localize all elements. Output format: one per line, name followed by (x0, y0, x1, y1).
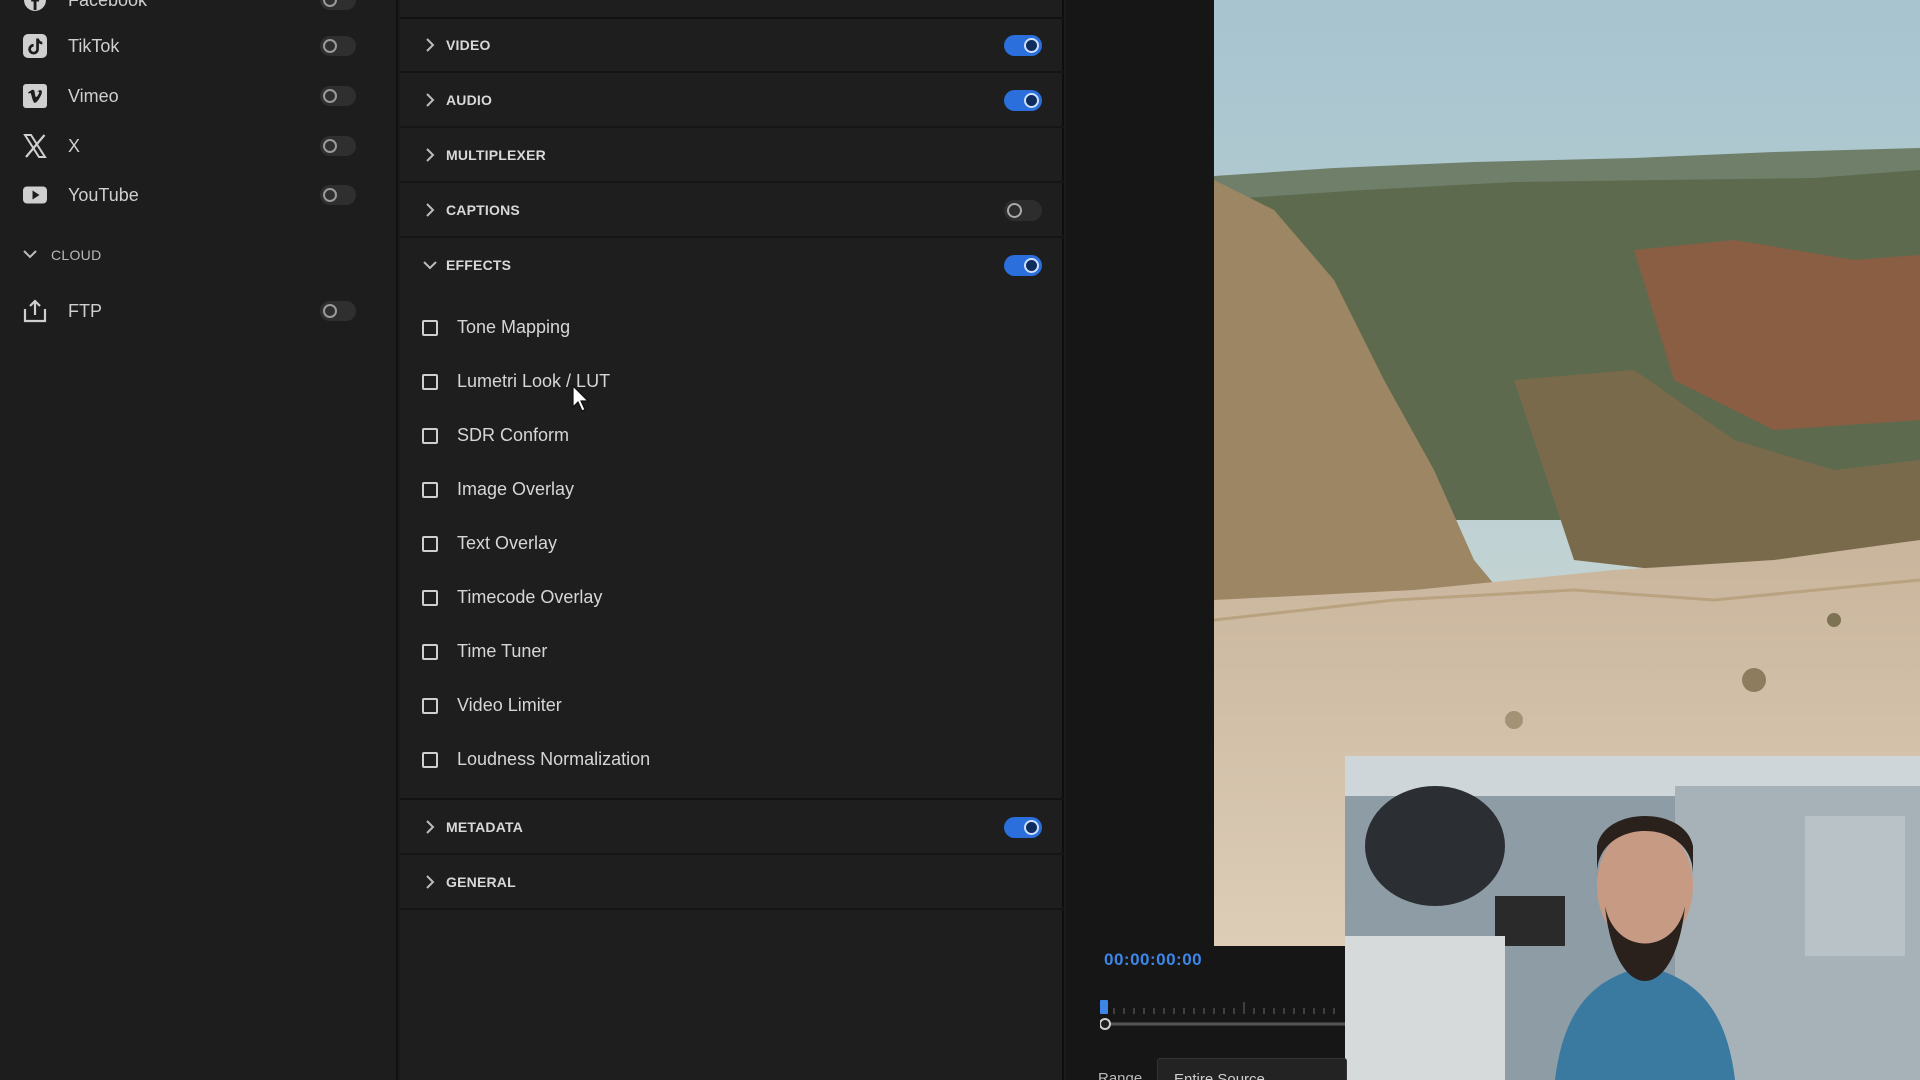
effect-checkbox[interactable] (422, 428, 438, 444)
section-label: AUDIO (446, 92, 493, 108)
facebook-icon (20, 0, 50, 15)
destinations-panel: Facebook TikTok Vimeo X YouTube CLOUD FT… (0, 0, 398, 1080)
section-label: EFFECTS (446, 257, 512, 273)
cloud-group-label: CLOUD (51, 247, 102, 263)
destination-label: FTP (68, 301, 102, 321)
chevron-right-icon (420, 200, 440, 220)
effect-image-overlay[interactable]: Image Overlay (400, 469, 1064, 509)
export-settings-panel: VIDEO AUDIO MULTIPLEXER CAPTIONS EFFECTS… (400, 0, 1064, 1080)
range-label: Range (1098, 1070, 1143, 1080)
effect-label: Video Limiter (457, 695, 562, 715)
playhead-marker (1100, 1000, 1108, 1014)
effect-checkbox[interactable] (422, 644, 438, 660)
x-icon (20, 131, 50, 161)
effects-toggle[interactable] (1004, 255, 1042, 276)
effect-checkbox[interactable] (422, 698, 438, 714)
destination-x[interactable]: X (0, 126, 398, 166)
tiktok-toggle[interactable] (320, 36, 356, 56)
effect-sdr-conform[interactable]: SDR Conform (400, 415, 1064, 455)
facebook-toggle[interactable] (320, 0, 356, 10)
chevron-right-icon (420, 90, 440, 110)
destination-facebook[interactable]: Facebook (0, 0, 398, 20)
effect-text-overlay[interactable]: Text Overlay (400, 523, 1064, 563)
chevron-down-icon (20, 244, 40, 264)
effect-checkbox[interactable] (422, 590, 438, 606)
effect-checkbox[interactable] (422, 536, 438, 552)
vimeo-toggle[interactable] (320, 86, 356, 106)
video-toggle[interactable] (1004, 35, 1042, 56)
youtube-toggle[interactable] (320, 185, 356, 205)
effect-loudness-normalization[interactable]: Loudness Normalization (400, 739, 1064, 779)
section-multiplexer[interactable]: MULTIPLEXER (400, 128, 1064, 183)
destination-label: X (68, 136, 81, 156)
destination-tiktok[interactable]: TikTok (0, 26, 398, 66)
destination-vimeo[interactable]: Vimeo (0, 76, 398, 116)
effect-label: Image Overlay (457, 479, 575, 499)
section-audio[interactable]: AUDIO (400, 73, 1064, 128)
effect-label: Time Tuner (457, 641, 548, 661)
chevron-down-icon (420, 255, 440, 275)
webcam-overlay (1345, 756, 1920, 1080)
effect-label: SDR Conform (457, 425, 570, 445)
destination-youtube[interactable]: YouTube (0, 175, 398, 215)
destination-ftp[interactable]: FTP (0, 291, 398, 331)
vimeo-icon (20, 81, 50, 111)
cloud-group-header[interactable]: CLOUD (0, 240, 398, 270)
range-dropdown[interactable]: Entire Source (1157, 1058, 1347, 1080)
chevron-right-icon (420, 35, 440, 55)
effect-checkbox[interactable] (422, 320, 438, 336)
destination-label: Facebook (68, 0, 148, 10)
section-video[interactable]: VIDEO (400, 18, 1064, 73)
section-label: VIDEO (446, 37, 491, 53)
timeline-scrubber[interactable] (1099, 998, 1345, 1032)
chevron-right-icon (420, 817, 440, 837)
section-label: GENERAL (446, 874, 516, 890)
section-metadata[interactable]: METADATA (400, 800, 1064, 855)
audio-toggle[interactable] (1004, 90, 1042, 111)
tiktok-icon (20, 31, 50, 61)
youtube-icon (20, 180, 50, 210)
section-general[interactable]: GENERAL (400, 855, 1064, 910)
effect-lumetri-look[interactable]: Lumetri Look / LUT (400, 361, 1064, 401)
destination-label: Vimeo (68, 86, 119, 106)
effect-label: Text Overlay (457, 533, 558, 553)
section-captions[interactable]: CAPTIONS (400, 183, 1064, 238)
destination-label: TikTok (68, 36, 120, 56)
metadata-toggle[interactable] (1004, 817, 1042, 838)
effect-checkbox[interactable] (422, 752, 438, 768)
section-label: MULTIPLEXER (446, 147, 546, 163)
effect-tone-mapping[interactable]: Tone Mapping (400, 307, 1064, 347)
effect-checkbox[interactable] (422, 482, 438, 498)
mouse-cursor-icon (572, 384, 592, 413)
timecode-readout: 00:00:00:00 (1104, 950, 1203, 969)
section-label: CAPTIONS (446, 202, 520, 218)
section-label: METADATA (446, 819, 524, 835)
upload-icon (20, 296, 50, 326)
section-effects[interactable]: EFFECTS (400, 238, 1064, 293)
effect-checkbox[interactable] (422, 374, 438, 390)
chevron-right-icon (420, 145, 440, 165)
effect-label: Loudness Normalization (457, 749, 651, 769)
destination-label: YouTube (68, 185, 139, 205)
effect-video-limiter[interactable]: Video Limiter (400, 685, 1064, 725)
range-value: Entire Source (1174, 1071, 1265, 1080)
effect-timecode-overlay[interactable]: Timecode Overlay (400, 577, 1064, 617)
chevron-right-icon (420, 872, 440, 892)
x-toggle[interactable] (320, 136, 356, 156)
captions-toggle[interactable] (1004, 200, 1042, 221)
ftp-toggle[interactable] (320, 301, 356, 321)
effect-label: Timecode Overlay (457, 587, 603, 607)
effect-label: Tone Mapping (457, 317, 571, 337)
effect-time-tuner[interactable]: Time Tuner (400, 631, 1064, 671)
